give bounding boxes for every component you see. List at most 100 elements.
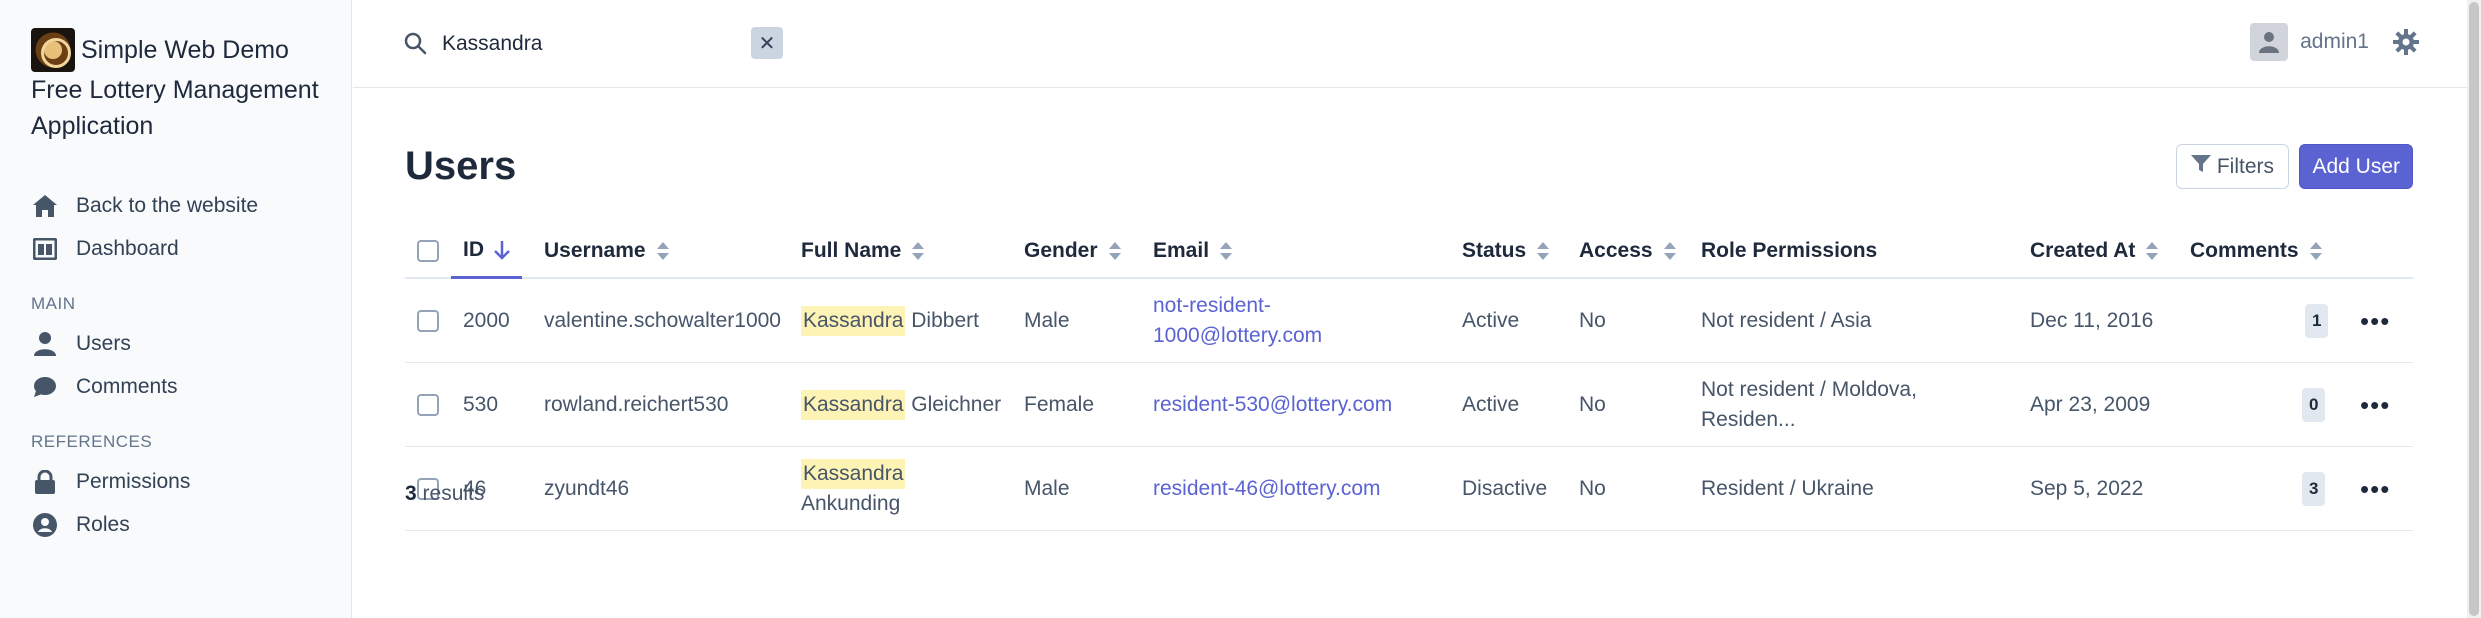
- cell-created: Sep 5, 2022: [2030, 477, 2144, 500]
- user-menu[interactable]: admin1: [2250, 23, 2421, 61]
- col-created-at[interactable]: Created At: [2030, 223, 2159, 279]
- comments-count-badge: 0: [2302, 363, 2326, 447]
- col-access[interactable]: Access: [1579, 223, 1677, 279]
- home-icon: [31, 192, 59, 220]
- cell-role: Resident / Ukraine: [1701, 477, 1874, 500]
- topbar: ✕ admin1: [353, 0, 2481, 88]
- cell-access: No: [1579, 393, 1606, 416]
- col-id-label: ID: [463, 237, 484, 261]
- col-gender[interactable]: Gender: [1024, 223, 1122, 279]
- results-number: 3: [405, 482, 417, 505]
- sidebar-item-roles[interactable]: Roles: [31, 503, 351, 546]
- col-comments-label: Comments: [2190, 239, 2299, 262]
- brand[interactable]: Simple Web Demo Free Lottery Management …: [31, 28, 351, 144]
- table-row[interactable]: 2000 valentine.schowalter1000 Kassandra …: [405, 279, 2413, 363]
- select-all-checkbox[interactable]: [417, 223, 439, 279]
- sidebar-item-comments[interactable]: Comments: [31, 365, 351, 408]
- username[interactable]: admin1: [2300, 30, 2369, 54]
- cell-username: rowland.reichert530: [544, 393, 729, 416]
- row-actions-button[interactable]: •••: [2360, 363, 2390, 447]
- cell-fullname: Kassandra Dibbert: [801, 279, 979, 363]
- cell-email-link[interactable]: not-resident- 1000@lottery.com: [1153, 279, 1322, 363]
- filter-icon: [2190, 154, 2211, 179]
- table-row[interactable]: 46 zyundt46 Kassandra Ankunding Male res…: [405, 447, 2413, 531]
- comment-icon: [31, 373, 59, 401]
- nav-section-main: MAIN: [31, 294, 76, 313]
- sidebar-item-dashboard[interactable]: Dashboard: [31, 227, 351, 270]
- col-role-label: Role Permissions: [1701, 239, 1878, 262]
- table-row[interactable]: 530 rowland.reichert530 Kassandra Gleich…: [405, 363, 2413, 447]
- more-icon[interactable]: •••: [2360, 306, 2390, 336]
- role-line1: Not resident / Moldova,: [1701, 378, 1917, 401]
- sidebar-nav: Back to the website Dashboard MAIN Users…: [31, 184, 351, 546]
- comments-count-badge: 1: [2305, 279, 2329, 363]
- col-id[interactable]: ID: [451, 223, 522, 279]
- row-actions-button[interactable]: •••: [2360, 279, 2390, 363]
- cell-status: Active: [1462, 309, 1520, 332]
- sort-icon: [1219, 241, 1233, 261]
- last-name: Ankunding: [801, 492, 901, 515]
- row-checkbox[interactable]: [417, 363, 439, 447]
- dashboard-icon: [31, 235, 59, 263]
- sort-icon: [1663, 241, 1677, 261]
- sidebar-item-permissions[interactable]: Permissions: [31, 460, 351, 503]
- cell-id: 530: [463, 393, 499, 416]
- col-status[interactable]: Status: [1462, 223, 1550, 279]
- row-actions-button[interactable]: •••: [2360, 447, 2390, 531]
- cell-email-link[interactable]: resident-530@lottery.com: [1153, 363, 1392, 447]
- cell-created: Dec 11, 2016: [2030, 309, 2154, 332]
- add-user-button[interactable]: Add User: [2299, 144, 2413, 189]
- cell-access: No: [1579, 309, 1606, 332]
- col-fullname[interactable]: Full Name: [801, 223, 925, 279]
- col-email[interactable]: Email: [1153, 223, 1233, 279]
- search-bar: ✕: [403, 25, 787, 63]
- sidebar-item-back-to-website[interactable]: Back to the website: [31, 184, 351, 227]
- cell-email-link[interactable]: resident-46@lottery.com: [1153, 447, 1381, 531]
- col-comments[interactable]: Comments: [2190, 223, 2323, 279]
- search-input[interactable]: [442, 32, 682, 56]
- more-icon[interactable]: •••: [2360, 474, 2390, 504]
- cell-status: Active: [1462, 393, 1520, 416]
- cell-role: Not resident / Asia: [1701, 279, 1871, 363]
- users-table: ID Username Full Name Gender Email Statu…: [405, 223, 2413, 531]
- clear-search-button[interactable]: ✕: [751, 27, 783, 59]
- sidebar: Simple Web Demo Free Lottery Management …: [0, 0, 352, 618]
- lock-icon: [31, 468, 59, 496]
- avatar[interactable]: [2250, 23, 2289, 61]
- cell-username: zyundt46: [544, 477, 630, 500]
- col-username-label: Username: [544, 239, 646, 262]
- nav-section-references: REFERENCES: [31, 432, 153, 451]
- sidebar-item-label: Permissions: [76, 469, 191, 493]
- search-highlight: Kassandra: [801, 459, 906, 489]
- role-line2: Residen...: [1701, 408, 1796, 431]
- page-title: Users: [405, 144, 517, 188]
- app-title-line3: Application: [31, 112, 154, 140]
- scrollbar-thumb[interactable]: [2469, 2, 2479, 616]
- cell-gender: Female: [1024, 393, 1095, 416]
- col-status-label: Status: [1462, 239, 1527, 262]
- cell-fullname: Kassandra Ankunding: [801, 447, 906, 531]
- col-username[interactable]: Username: [544, 223, 670, 279]
- search-highlight: Kassandra: [801, 390, 906, 420]
- app-logo: [31, 28, 75, 72]
- email-line2: 1000@lottery.com: [1153, 324, 1323, 347]
- scrollbar[interactable]: [2467, 0, 2481, 618]
- last-name: Gleichner: [911, 393, 1002, 416]
- cell-status: Disactive: [1462, 477, 1548, 500]
- email-line1: not-resident-: [1153, 294, 1271, 317]
- sidebar-item-label: Dashboard: [76, 236, 179, 260]
- filters-button[interactable]: Filters: [2175, 144, 2289, 189]
- sort-desc-icon: [494, 240, 510, 260]
- cell-role: Not resident / Moldova, Residen...: [1701, 363, 1917, 447]
- cell-fullname: Kassandra Gleichner: [801, 363, 1001, 447]
- row-checkbox[interactable]: [417, 279, 439, 363]
- more-icon[interactable]: •••: [2360, 390, 2390, 420]
- sidebar-item-label: Users: [76, 331, 131, 355]
- sidebar-item-users[interactable]: Users: [31, 322, 351, 365]
- gear-icon[interactable]: [2391, 27, 2421, 57]
- results-label: results: [422, 482, 485, 505]
- sort-icon: [911, 241, 925, 261]
- sidebar-item-label: Back to the website: [76, 193, 259, 217]
- col-email-label: Email: [1153, 239, 1210, 262]
- cell-id: 2000: [463, 309, 510, 332]
